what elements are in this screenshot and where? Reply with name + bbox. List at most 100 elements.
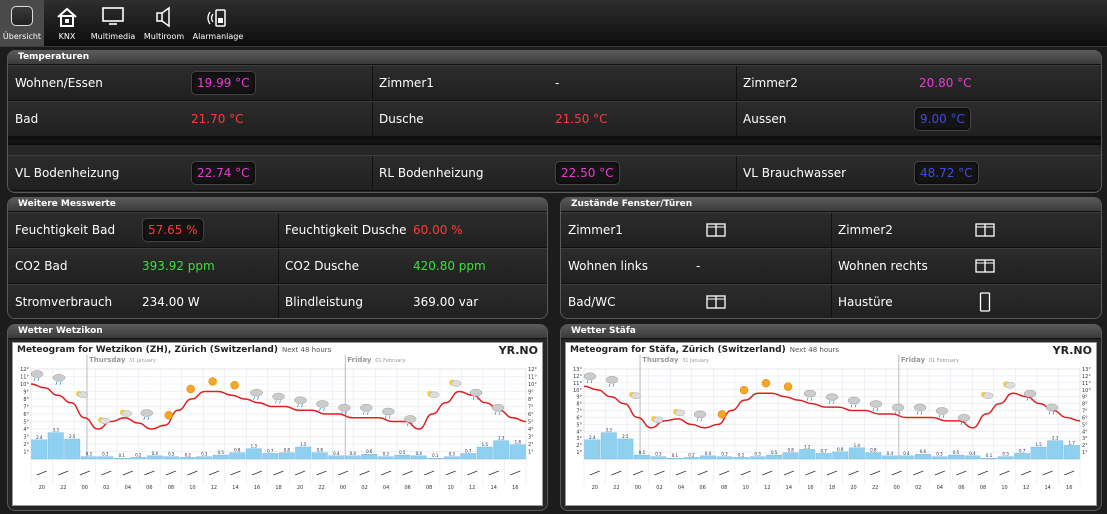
meas-label: Stromverbrauch: [15, 295, 113, 309]
meteogram-staefa[interactable]: Meteogram for Stäfa, Zürich (Switzerland…: [565, 342, 1097, 506]
y-tick-label: 2°: [23, 442, 29, 448]
cloud-icon: [140, 409, 153, 417]
precip-label: 1.2: [804, 444, 811, 449]
y-tick-label: 11°: [1082, 381, 1091, 387]
x-tick-label: 22: [872, 485, 878, 491]
y-tick-label: 3°: [23, 435, 29, 441]
x-tick-label: 06: [404, 485, 410, 491]
temp-value: 22.50 °C: [555, 161, 620, 185]
y-tick-label: 8°: [1082, 402, 1088, 408]
precip-label: 0.2: [185, 452, 192, 457]
precip-bar: [295, 446, 312, 460]
precip-label: 0.4: [416, 451, 423, 456]
wind-arrow-icon: [762, 470, 773, 476]
wind-arrow-icon: [273, 470, 284, 476]
nav-alarm[interactable]: Alarmanlage: [192, 0, 244, 46]
precip-label: 1.7: [1069, 440, 1076, 445]
wind-arrow-icon: [251, 470, 263, 476]
cloud-icon: [121, 410, 133, 417]
y-tick-label: 4°: [528, 427, 534, 433]
day-label: Friday: [901, 356, 926, 364]
cloud-icon: [803, 389, 817, 398]
x-tick-label: 00: [340, 485, 346, 491]
nav-alarm-label: Alarmanlage: [192, 32, 244, 41]
y-tick-label: 6°: [528, 412, 534, 418]
y-tick-label: 9°: [576, 395, 582, 401]
precip-label: 0.7: [1019, 448, 1026, 453]
precip-bar: [815, 453, 832, 460]
nav-overview[interactable]: Übersicht: [0, 0, 44, 46]
monitor-icon: [102, 7, 124, 25]
precip-bar: [997, 456, 1014, 460]
meas-label: CO2 Dusche: [285, 259, 359, 273]
y-tick-label: 3°: [1082, 436, 1088, 442]
cloud-icon: [77, 391, 89, 398]
precip-label: 1.3: [251, 444, 258, 449]
temp-cell: Bad 21.70 °C: [8, 102, 373, 136]
precip-bar: [716, 456, 733, 460]
precip-label: 0.7: [267, 448, 274, 453]
precip-bar: [617, 438, 634, 460]
y-tick-label: 1°: [528, 450, 534, 456]
precip-label: 1.5: [300, 442, 307, 447]
meas-value: 369.00 var: [413, 295, 479, 309]
precip-bar: [262, 453, 279, 460]
precip-bar: [31, 439, 48, 460]
temp-label: Zimmer1: [379, 76, 434, 90]
x-tick-label: 02: [103, 485, 109, 491]
precip-bar: [196, 456, 213, 460]
meteogram-subtitle: Next 48 hours: [281, 346, 332, 354]
meteogram-wetzikon[interactable]: Meteogram for Wetzikon (ZH), Zürich (Swi…: [12, 342, 543, 506]
nav-multimedia[interactable]: Multimedia: [90, 0, 136, 46]
precip-label: 1.5: [482, 442, 489, 447]
cloud-icon: [404, 415, 417, 423]
x-tick-label: 08: [168, 485, 174, 491]
y-tick-label: 4°: [23, 427, 29, 433]
wind-arrow-icon: [589, 470, 600, 476]
precip-bar: [915, 454, 931, 460]
cloud-icon: [1004, 382, 1016, 389]
win-cell: Haustüre: [831, 285, 1101, 318]
win-row-2: Wohnen links - Wohnen rechts: [561, 248, 1101, 284]
temp-value: 9.00 °C: [914, 107, 971, 131]
precip-label: 0.2: [688, 452, 695, 457]
y-tick-label: 12°: [20, 367, 29, 373]
meteogram-title: Meteogram for Stäfa, Zürich (Switzerland…: [570, 345, 839, 355]
y-tick-label: 4°: [576, 429, 582, 435]
precip-bar: [898, 455, 915, 460]
x-tick-label: 22: [613, 485, 619, 491]
cloud-icon: [469, 389, 483, 397]
weather-staefa-panel: Wetter Stäfa Meteogram for Stäfa, Zürich…: [560, 324, 1102, 511]
win-value: -: [696, 259, 701, 273]
temp-value: 21.50 °C: [555, 112, 608, 126]
wind-arrow-icon: [956, 470, 967, 476]
wind-arrow-icon: [144, 470, 155, 476]
precip-bar: [163, 456, 180, 460]
wind-arrow-icon: [697, 470, 708, 476]
wind-arrow-icon: [611, 470, 622, 476]
cloud-icon: [605, 376, 619, 384]
precip-label: 0.8: [787, 448, 794, 453]
precip-bar: [130, 457, 147, 460]
wind-arrow-icon: [230, 470, 241, 476]
precip-bar: [981, 458, 997, 460]
nav-knx[interactable]: KNX: [48, 0, 86, 46]
x-tick-label: 10: [1001, 485, 1007, 491]
x-tick-label: 02: [915, 485, 921, 491]
temp-cell: Zimmer1 -: [372, 66, 737, 100]
y-tick-label: 13°: [1082, 367, 1091, 373]
sun-icon: [783, 382, 793, 391]
wind-arrow-icon: [359, 470, 370, 476]
precip-bar: [832, 451, 849, 460]
weather-staefa-title: Wetter Stäfa: [561, 325, 1101, 339]
y-tick-label: 8°: [576, 402, 582, 408]
nav-multiroom[interactable]: Multiroom: [142, 0, 186, 46]
temp-cell: Dusche 21.50 °C: [372, 102, 737, 136]
cloud-icon: [847, 396, 861, 405]
precip-bar: [361, 454, 378, 460]
wind-arrow-icon: [826, 470, 838, 476]
meas-value: 60.00 %: [413, 223, 463, 237]
meas-cell: Feuchtigkeit Dusche 60.00 %: [278, 213, 547, 247]
wind-arrow-icon: [977, 470, 989, 476]
x-tick-label: 06: [699, 485, 705, 491]
